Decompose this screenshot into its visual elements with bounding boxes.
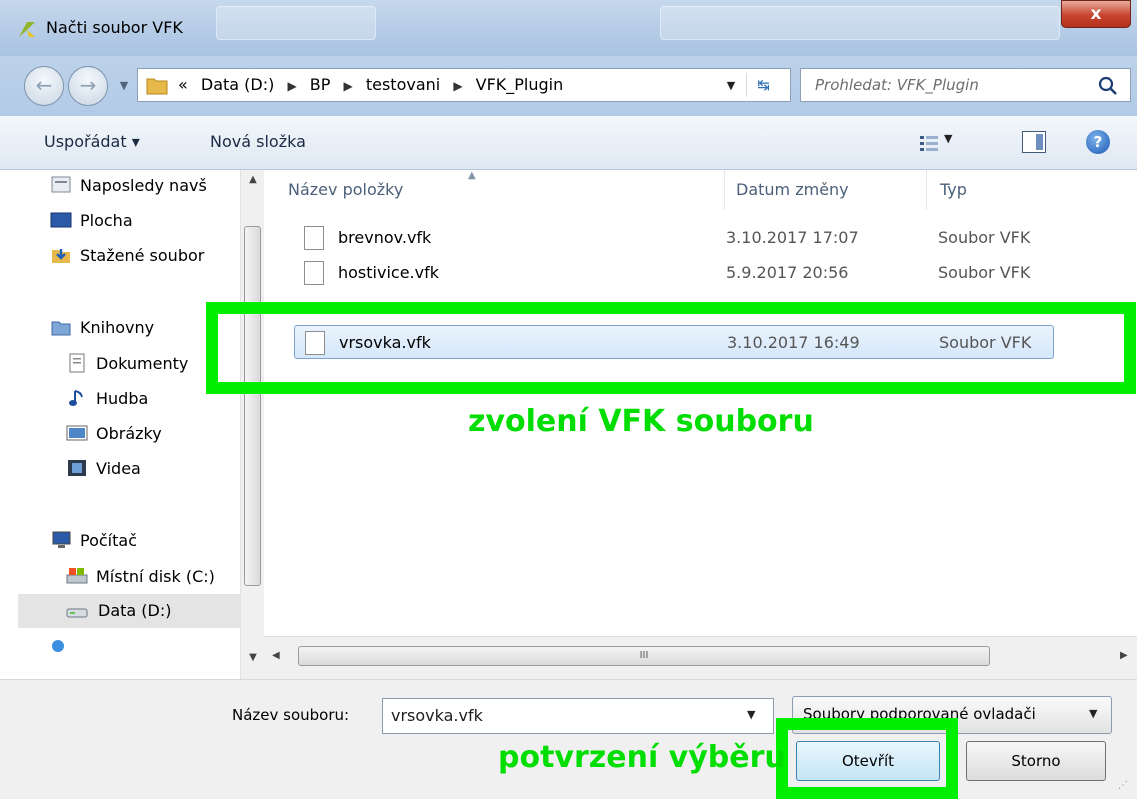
libraries-icon [50,317,72,337]
background-window-ghost [216,6,376,40]
qgis-app-icon [19,22,35,37]
address-bar[interactable]: « Data (D:) ▶ BP ▶ testovani ▶ VFK_Plugi… [137,68,791,102]
cancel-button[interactable]: Storno [966,741,1106,781]
breadcrumb-separator-icon[interactable]: ▶ [287,79,296,93]
file-list: Název položky ▲ Datum změny Typ brevnov.… [264,170,1137,636]
pictures-icon [66,423,88,443]
downloads-icon [50,245,72,265]
breadcrumb-item[interactable]: Data (D:) [201,75,274,94]
title-bar[interactable]: Načti soubor VFK x [0,0,1137,56]
breadcrumb-separator-icon[interactable]: ▶ [453,79,462,93]
sidebar-item-label: Obrázky [96,424,162,443]
view-dropdown-icon[interactable]: ▼ [944,132,952,145]
column-divider[interactable] [724,170,725,210]
filename-dropdown-icon[interactable]: ▼ [747,708,755,721]
filename-input[interactable]: vrsovka.vfk ▼ [382,698,774,734]
scrollbar-thumb[interactable] [244,226,261,586]
new-folder-button[interactable]: Nová složka [210,132,306,151]
computer-icon [50,530,72,550]
organize-button[interactable]: Uspořádat ▾ [44,132,140,151]
file-date: 5.9.2017 20:56 [726,263,849,282]
breadcrumb: « Data (D:) ▶ BP ▶ testovani ▶ VFK_Plugi… [178,75,571,94]
breadcrumb-item[interactable]: testovani [366,75,440,94]
sidebar-item-label: Dokumenty [96,354,189,373]
column-header-type[interactable]: Typ [940,180,967,199]
sidebar-item-label: Knihovny [80,318,155,337]
background-window-ghost [660,6,1060,40]
view-options-icon[interactable] [918,133,940,153]
scrollbar-thumb[interactable]: III [298,646,990,666]
file-date: 3.10.2017 17:07 [726,228,859,247]
sort-ascending-icon: ▲ [468,170,476,181]
desktop-icon [50,210,72,230]
music-icon [66,388,88,408]
refresh-icon[interactable]: ↹ [746,73,780,97]
annotation-select-text: zvolení VFK souboru [468,404,814,439]
folder-icon [146,78,168,95]
file-type: Soubor VFK [938,228,1031,247]
navigation-pane: Naposledy navš Plocha Stažené soubor Kni… [0,170,264,679]
column-header-date[interactable]: Datum změny [736,180,849,199]
annotation-confirm-text: potvrzení výběru [498,740,786,775]
search-input[interactable]: Prohledat: VFK_Plugin [800,68,1131,102]
drive-icon [66,601,88,621]
file-row[interactable]: brevnov.vfk 3.10.2017 17:07 Soubor VFK [294,221,1054,255]
file-row[interactable]: hostivice.vfk 5.9.2017 20:56 Soubor VFK [294,256,1054,290]
preview-pane-icon[interactable] [1022,131,1046,153]
recent-places-icon [50,175,72,195]
filename-label: Název souboru: [232,706,350,724]
scroll-up-icon[interactable]: ▲ [241,174,264,185]
sidebar-item-label: Počítač [80,531,137,550]
sidebar-item-data-drive[interactable]: Data (D:) [18,594,240,628]
videos-icon [66,458,88,478]
column-divider[interactable] [926,170,927,210]
sidebar-item-label: Plocha [80,211,133,230]
help-icon[interactable]: ? [1086,130,1110,154]
window-title: Načti soubor VFK [46,18,183,37]
sidebar-item-label: Videa [96,459,141,478]
sidebar-item-label: Hudba [96,389,149,408]
close-button[interactable]: x [1061,0,1131,28]
scroll-right-icon[interactable]: ▶ [1120,650,1128,661]
forward-button[interactable]: → [68,66,108,106]
command-bar: Uspořádat ▾ Nová složka ▼ ? [0,116,1137,170]
file-type: Soubor VFK [938,263,1031,282]
sidebar-item-label: Místní disk (C:) [96,567,215,586]
sidebar-item-label: Data (D:) [98,601,172,620]
sidebar-item-label: Stažené soubor [80,246,205,265]
filename-value: vrsovka.vfk [391,706,483,725]
documents-icon [66,353,88,373]
file-name: hostivice.vfk [338,263,439,282]
breadcrumb-item[interactable]: VFK_Plugin [476,75,564,94]
navigation-bar: ← → ▼ « Data (D:) ▶ BP ▶ testovani ▶ VFK… [0,56,1137,116]
sidebar-item-label: Naposledy navš [80,176,207,195]
breadcrumb-item[interactable]: BP [310,75,331,94]
file-icon [304,226,324,250]
breadcrumb-separator-icon[interactable]: ▶ [344,79,353,93]
dialog-footer: Název souboru: vrsovka.vfk ▼ Soubory pod… [0,679,1137,799]
address-dropdown-icon[interactable]: ▼ [720,76,742,96]
search-icon[interactable] [1097,75,1119,97]
column-header-name[interactable]: Název položky [288,180,403,199]
file-icon [304,261,324,285]
annotation-confirm-frame [776,718,958,799]
filter-dropdown-icon[interactable]: ▼ [1089,707,1097,720]
back-button[interactable]: ← [24,66,64,106]
search-placeholder: Prohledat: VFK_Plugin [815,76,979,94]
horizontal-scrollbar[interactable]: ◀ III ▶ [264,636,1137,679]
scroll-left-icon[interactable]: ◀ [272,650,280,661]
file-name: brevnov.vfk [338,228,432,247]
breadcrumb-overflow[interactable]: « [178,75,188,94]
recent-locations-dropdown[interactable]: ▼ [111,70,137,102]
annotation-select-frame [206,302,1136,394]
local-disk-icon [66,566,88,586]
resize-grip-icon[interactable]: ⋰ [1118,780,1128,791]
scroll-down-icon[interactable]: ▼ [241,652,264,663]
sidebar-scrollbar[interactable]: ▲ ▼ [240,170,264,679]
network-icon [52,640,64,652]
